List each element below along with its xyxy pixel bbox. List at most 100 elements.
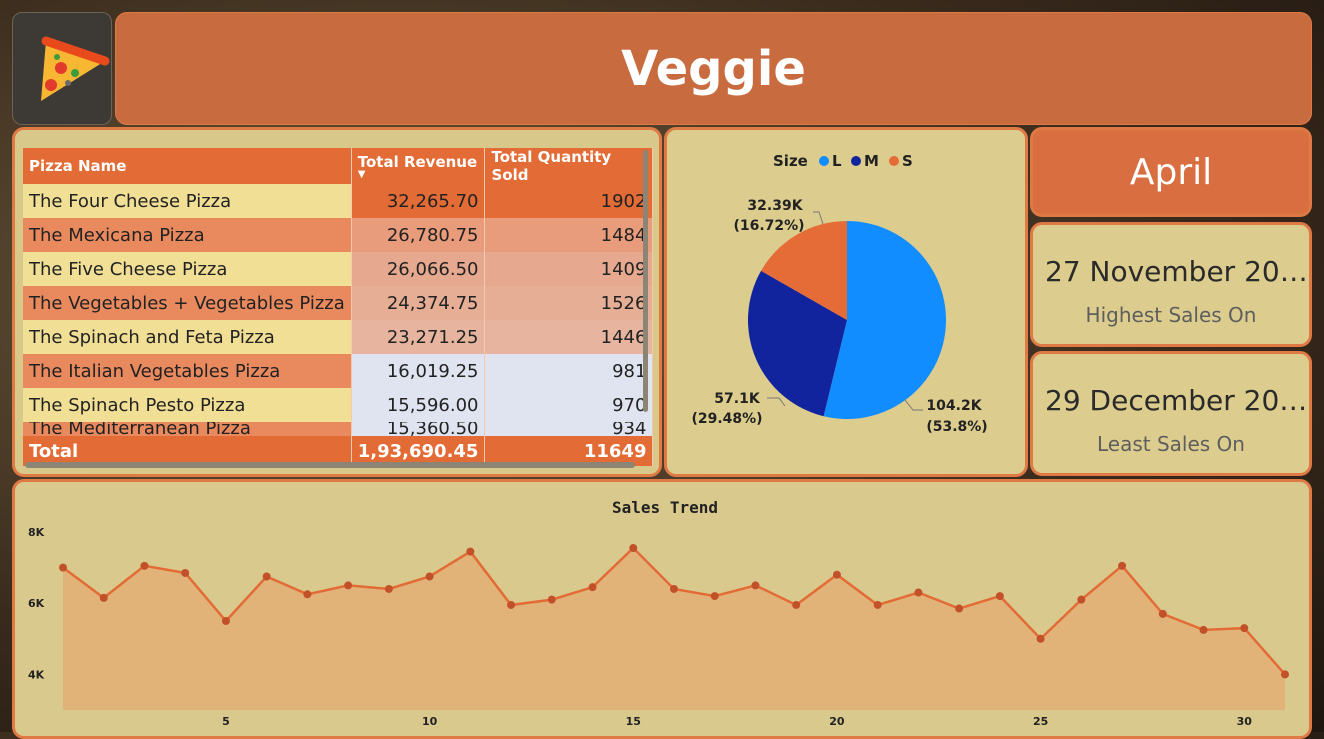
x-tick-label: 15	[626, 715, 641, 728]
column-header-total-quantity[interactable]: Total Quantity Sold	[484, 148, 654, 184]
revenue-cell: 24,374.75	[351, 286, 486, 320]
data-point[interactable]	[1077, 595, 1086, 604]
data-point[interactable]	[181, 568, 190, 577]
data-point[interactable]	[792, 600, 801, 609]
data-point[interactable]	[1199, 625, 1208, 634]
pizza-revenue-table: Pizza Name Total Revenue ▼ Total Quantity…	[23, 148, 654, 466]
chart-title: Sales Trend	[612, 498, 718, 517]
table-row[interactable]: The Spinach and Feta Pizza 23,271.25 1446	[23, 320, 654, 354]
highest-sales-card: 27 November 20… Highest Sales On	[1030, 222, 1312, 347]
pizza-name-cell: The Mexicana Pizza	[23, 218, 352, 252]
legend-label-l[interactable]: L	[832, 152, 842, 170]
month-value: April	[1129, 151, 1213, 193]
revenue-cell: 16,019.25	[351, 354, 486, 388]
quantity-cell: 1446	[484, 320, 654, 354]
data-point[interactable]	[507, 600, 516, 609]
data-point[interactable]	[588, 583, 597, 592]
pie-label-m-pct: (29.48%)	[691, 411, 762, 427]
data-point[interactable]	[425, 572, 434, 581]
data-point[interactable]	[59, 563, 67, 572]
data-point[interactable]	[1158, 609, 1167, 618]
quantity-cell: 1902	[484, 184, 654, 218]
x-tick-label: 25	[1033, 715, 1048, 728]
y-tick-label: 6K	[28, 597, 45, 610]
data-point[interactable]	[629, 544, 638, 553]
y-tick-label: 4K	[28, 668, 45, 681]
table-horizontal-scrollbar[interactable]	[25, 462, 635, 468]
data-point[interactable]	[384, 584, 393, 593]
sales-trend-chart: Sales Trend 4K 6K 8K 5 10 15 20 25 30	[28, 498, 1289, 728]
lowest-sales-label: Least Sales On	[1097, 432, 1245, 456]
revenue-cell: 26,780.75	[351, 218, 486, 252]
lowest-sales-date: 29 December 20…	[1045, 384, 1308, 417]
pie-label-m-value: 57.1K	[714, 391, 761, 407]
table-row[interactable]: The Mexicana Pizza 26,780.75 1484	[23, 218, 654, 252]
table-vertical-scrollbar[interactable]	[643, 150, 648, 412]
table-row[interactable]: The Italian Vegetables Pizza 16,019.25 981	[23, 354, 654, 388]
revenue-cell: 15,596.00	[351, 388, 486, 422]
sales-trend-panel: Sales Trend 4K 6K 8K 5 10 15 20 25 30	[12, 479, 1312, 739]
pizza-name-cell: The Five Cheese Pizza	[23, 252, 352, 286]
data-point[interactable]	[344, 581, 353, 590]
data-point[interactable]	[262, 572, 271, 581]
data-point[interactable]	[710, 592, 719, 601]
pizza-name-cell: The Mediterranean Pizza	[23, 422, 352, 436]
data-point[interactable]	[751, 581, 760, 590]
data-point[interactable]	[1240, 624, 1249, 633]
pizza-name-cell: The Vegetables + Vegetables Pizza	[23, 286, 352, 320]
highest-sales-date: 27 November 20…	[1045, 255, 1308, 288]
data-point[interactable]	[140, 561, 149, 570]
data-point[interactable]	[303, 590, 312, 599]
data-point[interactable]	[670, 584, 678, 593]
pie-label-s-pct: (16.72%)	[733, 218, 804, 234]
x-tick-label: 5	[222, 715, 230, 728]
quantity-cell: 934	[484, 422, 654, 436]
y-tick-label: 8K	[28, 526, 45, 539]
data-point[interactable]	[873, 600, 882, 609]
lowest-sales-card: 29 December 20… Least Sales On	[1030, 351, 1312, 476]
legend-label-s[interactable]: S	[902, 152, 913, 170]
table-row[interactable]: The Vegetables + Vegetables Pizza 24,374.…	[23, 286, 654, 320]
legend-title: Size	[773, 152, 808, 170]
data-point[interactable]	[955, 604, 964, 613]
category-title-banner: Veggie	[115, 12, 1312, 125]
legend-label-m[interactable]: M	[864, 152, 879, 170]
logo-tile	[12, 12, 112, 125]
pizza-name-cell: The Four Cheese Pizza	[23, 184, 352, 218]
pizza-name-cell: The Spinach and Feta Pizza	[23, 320, 352, 354]
pizza-table-panel: Pizza Name Total Revenue ▼ Total Quantity…	[12, 127, 662, 477]
data-point[interactable]	[914, 588, 923, 597]
column-header-total-revenue[interactable]: Total Revenue ▼	[351, 148, 486, 184]
data-point[interactable]	[99, 593, 108, 602]
table-row[interactable]: The Spinach Pesto Pizza 15,596.00 970	[23, 388, 654, 422]
page-title: Veggie	[621, 40, 806, 97]
pizza-name-cell: The Spinach Pesto Pizza	[23, 388, 352, 422]
legend-dot-m	[851, 156, 861, 166]
revenue-cell: 15,360.50	[351, 422, 486, 436]
data-point[interactable]	[1118, 561, 1127, 570]
table-row[interactable]: The Mediterranean Pizza 15,360.50 934	[23, 422, 654, 436]
data-point[interactable]	[1036, 634, 1045, 643]
legend-dot-l	[819, 156, 829, 166]
data-point[interactable]	[547, 595, 556, 604]
data-point[interactable]	[1281, 670, 1289, 679]
pie-label-l-pct: (53.8%)	[926, 419, 987, 435]
x-tick-label: 30	[1237, 715, 1253, 728]
revenue-cell: 26,066.50	[351, 252, 486, 286]
data-point[interactable]	[832, 570, 841, 579]
column-header-pizza-name[interactable]: Pizza Name	[23, 148, 352, 184]
data-point[interactable]	[995, 592, 1004, 601]
x-tick-label: 10	[422, 715, 438, 728]
pie-label-s-value: 32.39K	[747, 198, 803, 214]
quantity-cell: 1526	[484, 286, 654, 320]
size-pie-panel: Size L M S 32.39K (16.72%) 57.1K (29.48%…	[664, 127, 1028, 477]
sort-descending-icon: ▼	[357, 169, 366, 180]
x-tick-label: 20	[829, 715, 845, 728]
data-point[interactable]	[221, 617, 230, 625]
quantity-cell: 970	[484, 388, 654, 422]
table-row[interactable]: The Five Cheese Pizza 26,066.50 1409	[23, 252, 654, 286]
month-filter-card[interactable]: April	[1030, 127, 1312, 217]
quantity-cell: 1409	[484, 252, 654, 286]
data-point[interactable]	[466, 547, 475, 556]
table-row[interactable]: The Four Cheese Pizza 32,265.70 1902	[23, 184, 654, 218]
